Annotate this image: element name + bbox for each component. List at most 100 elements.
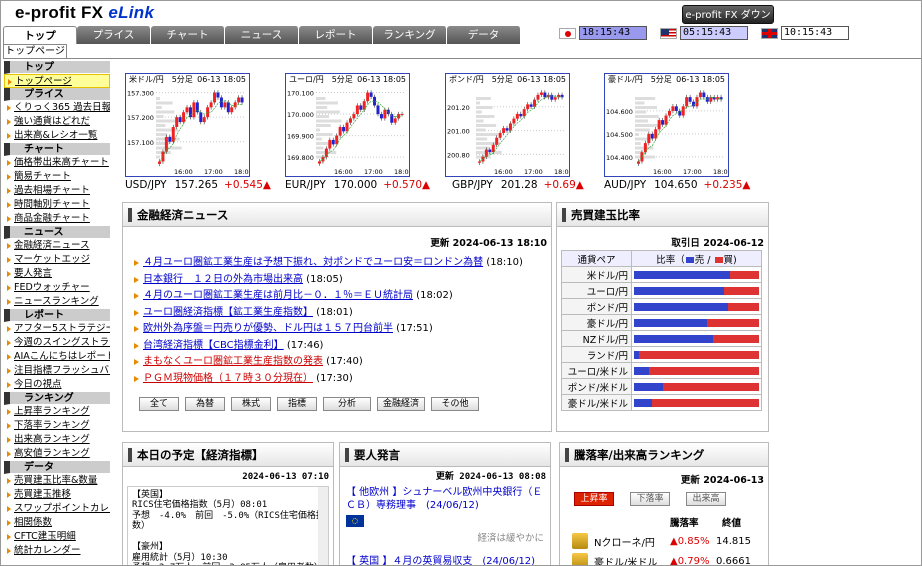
ratio-pair: NZドル/円 (561, 330, 632, 347)
speech-item[interactable]: 【 英国 】４月の英貿易収支 (24/06/12) (340, 544, 550, 566)
news-link[interactable]: 台湾経済指標【CBC指標金利】 (143, 340, 284, 351)
ranking-row[interactable]: Nクローネ/円 ▲0.85% 14.815 (560, 531, 768, 551)
sidebar-item[interactable]: 価格帯出来高チャート (4, 156, 110, 170)
candle-body (519, 113, 523, 117)
tab-2[interactable]: チャート (151, 26, 225, 44)
sidebar-item[interactable]: 商品金融チャート (4, 212, 110, 226)
sidebar-item[interactable]: 簡易チャート (4, 170, 110, 184)
sidebar-item[interactable]: 今週のスイングストラテジー (4, 336, 110, 350)
filter-button[interactable]: 全て (139, 397, 179, 411)
news-link[interactable]: ４月ユーロ圏鉱工業生産は予想下振れ、対ポンドでユーロ安＝ロンドン為替 (143, 257, 483, 268)
sidebar-item[interactable]: 統計カレンダー (4, 544, 110, 558)
sidebar-item[interactable]: 下落率ランキング (4, 419, 110, 433)
chart-title: 米ドル/円 5分足 06-13 18:05 (126, 74, 249, 85)
news-link[interactable]: 日本銀行 １２日の外為市場出来高 (143, 274, 303, 285)
news-link[interactable]: ４月のユーロ圏鉱工業生産は前月比－０．１％＝ＥＵ統計局 (143, 290, 413, 301)
tab-4[interactable]: レポート (299, 26, 373, 44)
filter-button[interactable]: 株式 (231, 397, 271, 411)
sidebar-item[interactable]: ニュースランキング (4, 295, 110, 309)
tab-5[interactable]: ランキング (373, 26, 447, 44)
tab-rise[interactable]: 上昇率 (574, 492, 614, 506)
volume-profile-bar (635, 115, 659, 118)
y-tick-label: 157.200 (127, 114, 154, 122)
sidebar-item[interactable]: 注目指標フラッシュバック (4, 364, 110, 378)
filter-button[interactable]: 分析 (323, 397, 371, 411)
tab-0[interactable]: トップ (3, 26, 77, 44)
rate-chart-card[interactable]: ポンド/円 5分足 06-13 18:05 201.20 201.00 200.80 16… (445, 73, 570, 177)
candle-body (240, 97, 244, 103)
rate-quote: AUD/JPY 104.650 +0.235▲ (604, 179, 750, 191)
filter-button[interactable]: その他 (431, 397, 479, 411)
sidebar-item[interactable]: 過去相場チャート (4, 184, 110, 198)
volume-profile-bar (476, 97, 491, 100)
news-link[interactable]: 欧州外為序盤＝円売りが優勢、ドル円は１５７円台前半 (143, 323, 393, 334)
news-time: (17:30) (313, 372, 353, 384)
sidebar-item[interactable]: CFTC建玉明細 (4, 530, 110, 544)
ratio-pair: 豪ドル/円 (561, 314, 632, 331)
news-link[interactable]: ユーロ圏経済指標【鉱工業生産指数】 (143, 307, 313, 318)
sidebar-item[interactable]: トップページ (4, 74, 110, 88)
tab-volume[interactable]: 出来高 (686, 492, 726, 506)
sidebar-item[interactable]: 相関係数 (4, 516, 110, 530)
sidebar-item[interactable]: 今日の視点 (4, 378, 110, 392)
sidebar-item[interactable]: 売買建玉比率&数量 (4, 474, 110, 488)
sidebar-item[interactable]: 金融経済ニュース (4, 239, 110, 253)
change-value: +0.545▲ (224, 179, 271, 191)
sidebar-item[interactable]: AIAこんにちはレポート (4, 350, 110, 364)
sidebar-item[interactable]: 売買建玉推移 (4, 488, 110, 502)
sidebar-item[interactable]: 出来高ランキング (4, 433, 110, 447)
candle-body (674, 106, 678, 111)
ranking-row[interactable]: 豪ドル/米ドル ▲0.79% 0.6661 (560, 551, 768, 565)
volume-profile-bar (156, 97, 160, 100)
sidebar-item[interactable]: マーケットエッジ (4, 253, 110, 267)
sidebar-item[interactable]: FEDウォッチャー (4, 281, 110, 295)
scrollbar[interactable] (318, 486, 328, 565)
chart-date: 06-13 18:05 (357, 75, 406, 84)
tab-top-page[interactable]: トップページ (3, 44, 67, 59)
y-tick-label: 157.300 (127, 90, 154, 98)
tab-6[interactable]: データ (447, 26, 521, 44)
logo[interactable]: e-profit FX eLink (15, 3, 154, 23)
change-value: +0.69▲ (543, 179, 584, 191)
volume-profile-bar (316, 124, 331, 127)
sidebar-item[interactable]: 時間軸別チャート (4, 198, 110, 212)
candle-body (640, 152, 644, 162)
candle-body (685, 97, 689, 107)
sidebar-item[interactable]: 要人発言 (4, 267, 110, 281)
volume-profile-bar (156, 115, 164, 118)
sidebar-item[interactable]: 高安値ランキング (4, 447, 110, 461)
ratio-pair: 豪ドル/米ドル (561, 394, 632, 411)
filter-button[interactable]: 金融経済 (377, 397, 425, 411)
ratio-cell (631, 298, 762, 315)
tab-3[interactable]: ニュース (225, 26, 299, 44)
rate-chart-card[interactable]: 米ドル/円 5分足 06-13 18:05 157.300 157.200 157.10… (125, 73, 250, 177)
rate-chart-card[interactable]: ユーロ/円 5分足 06-13 18:05 170.100 170.000 169.90… (285, 73, 410, 177)
news-link[interactable]: まもなくユーロ圏鉱工業生産指数の発表 (143, 356, 323, 367)
sidebar-item[interactable]: 出来高&レシオ一覧 (4, 129, 110, 143)
rate-quote: USD/JPY 157.265 +0.545▲ (125, 179, 271, 191)
x-tick-label: 17:00 (683, 168, 702, 176)
filter-button[interactable]: 為替 (185, 397, 225, 411)
news-item: ＰＧＭ現物価格（１７時３０分現在） (17:30) (123, 371, 551, 388)
tab-fall[interactable]: 下落率 (630, 492, 670, 506)
sidebar-item[interactable]: 強い通貨はどれだ (4, 115, 110, 129)
sidebar-item[interactable]: 上昇率ランキング (4, 405, 110, 419)
volume-profile-bar (316, 146, 324, 150)
speech-item[interactable]: 【 他欧州 】シュナーベル欧州中央銀行（ＥＣＢ）専務理事 (24/06/12) (340, 486, 550, 512)
sidebar-item[interactable]: くりっく365 過去日報 (4, 101, 110, 115)
sidebar-item[interactable]: スワップポイントカレンダー (4, 502, 110, 516)
sidebar-item[interactable]: アフター5ストラテジー (4, 322, 110, 336)
rate-chart-card[interactable]: 豪ドル/円 5分足 06-13 18:05 104.600 104.500 104.40… (604, 73, 729, 177)
speech-panel: 要人発言 更新 2024-06-13 08:08 【 他欧州 】シュナーベル欧州… (339, 442, 551, 566)
tab-1[interactable]: プライス (77, 26, 151, 44)
chart-label: 米ドル/円 5分足 (129, 75, 193, 84)
news-link[interactable]: ＰＧＭ現物価格（１７時３０分現在） (143, 373, 313, 384)
candle-body (698, 92, 702, 98)
sidebar-heading: レポート (4, 309, 110, 322)
candlestick-chart: 201.20 201.00 200.80 16:00 17:00 18:00 (447, 90, 569, 176)
download-button[interactable]: e-profit FX ダウンロード (682, 5, 774, 40)
sidebar-heading: チャート (4, 143, 110, 156)
sidebar-heading: プライス (4, 88, 110, 101)
volume-profile-bar (635, 155, 656, 159)
filter-button[interactable]: 指標 (277, 397, 317, 411)
